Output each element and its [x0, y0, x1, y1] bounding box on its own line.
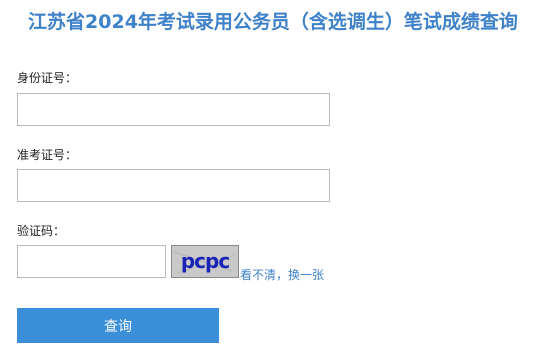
captcha-image[interactable]: pcpc	[171, 245, 239, 278]
captcha-label: 验证码：	[17, 224, 66, 238]
captcha-text: pcpc	[181, 249, 229, 273]
query-button[interactable]: 查询	[17, 308, 219, 343]
exam-number-label: 准考证号：	[17, 148, 78, 162]
score-query-form: 身份证号： 准考证号： 验证码： pcpc 看不清，换一张 查询	[0, 0, 546, 360]
exam-number-input[interactable]	[17, 169, 330, 202]
id-number-label: 身份证号：	[17, 71, 78, 85]
captcha-input[interactable]	[17, 245, 166, 278]
id-number-input[interactable]	[17, 93, 330, 126]
refresh-captcha-link[interactable]: 看不清，换一张	[240, 266, 324, 283]
